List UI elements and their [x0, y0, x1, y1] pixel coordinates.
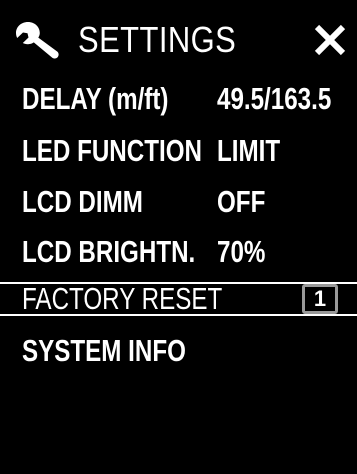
menu-item-lcd-brightness[interactable]: LCD BRIGHTN. 70%	[0, 227, 357, 277]
menu-item-label: SYSTEM INFO	[22, 333, 186, 368]
menu-item-value: OFF	[217, 184, 266, 219]
menu-item-value: 70%	[217, 234, 266, 269]
key-badge: 1	[302, 284, 338, 314]
menu-item-factory-reset[interactable]: FACTORY RESET 1	[0, 282, 357, 316]
menu-item-label: LCD BRIGHTN.	[22, 234, 196, 269]
page-title: SETTINGS	[78, 19, 237, 60]
close-icon[interactable]	[310, 20, 350, 60]
menu-item-label: LCD DIMM	[22, 184, 143, 219]
menu-item-label: LED FUNCTION	[22, 133, 202, 168]
menu-item-label: DELAY (m/ft)	[22, 81, 169, 116]
menu-item-label: FACTORY RESET	[22, 281, 223, 316]
wrench-icon	[16, 22, 59, 59]
menu-item-value: LIMIT	[217, 133, 281, 168]
menu-item-delay[interactable]: DELAY (m/ft) 49.5/163.5	[0, 74, 357, 124]
menu-item-led-function[interactable]: LED FUNCTION LIMIT	[0, 126, 357, 176]
menu-item-system-info[interactable]: SYSTEM INFO	[0, 326, 357, 376]
header-bar: SETTINGS	[0, 0, 357, 78]
menu-item-lcd-dimm[interactable]: LCD DIMM OFF	[0, 177, 357, 227]
menu-item-value: 49.5/163.5	[217, 81, 332, 116]
